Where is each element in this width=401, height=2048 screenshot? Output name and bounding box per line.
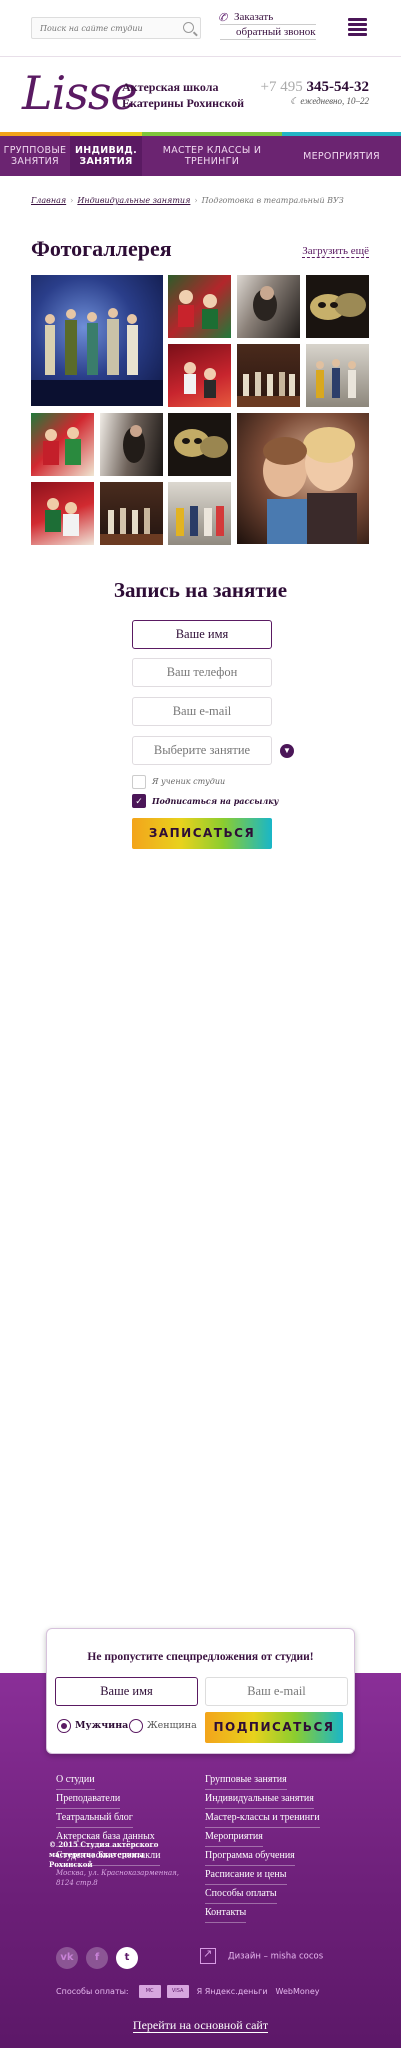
gallery-photo[interactable] [31,413,94,476]
nav-individual-classes[interactable]: ИНДИВИД. ЗАНЯТИЯ [70,132,142,176]
address: Москва, ул. Красноказарменная, 8124 стр.… [56,1869,179,1887]
facebook-icon[interactable]: f [86,1947,108,1969]
class-select[interactable]: Выберите занятие [132,736,272,765]
yandex-money-icon: Я Яндекс.деньги [196,1987,268,1996]
popup-title: Не пропустите спецпредложения от студии! [87,1651,314,1663]
gallery-photo[interactable] [168,413,231,476]
male-label: Мужчина [75,1720,129,1731]
twitter-icon[interactable]: t [116,1947,138,1969]
header: Lisse Актерская школа Екатерины Рохинско… [0,56,401,132]
name-field[interactable]: Ваше имя [132,620,272,649]
student-label: Я ученик студии [152,777,226,786]
footer-link[interactable]: О студии [56,1771,95,1790]
payment-methods: Способы оплаты: MC VISA Я Яндекс.деньги … [56,1985,320,1998]
gallery-photo[interactable] [100,482,163,545]
subscribe-checkbox[interactable]: ✓ [132,794,146,808]
gallery-photo[interactable] [168,344,231,407]
phone-icon: ✆ [218,12,228,24]
payment-label: Способы оплаты: [56,1987,129,1996]
breadcrumb-section[interactable]: Индивидуальные занятия [77,196,190,205]
phone-field[interactable]: Ваш телефон [132,658,272,687]
top-bar: ✆ Заказать обратный звонок [0,0,401,56]
subscribe-label: Подписаться на рассылку [152,796,279,806]
nav-events[interactable]: МЕРОПРИЯТИЯ [282,132,401,176]
subscribe-button[interactable]: ПОДПИСАТЬСЯ [205,1712,343,1743]
chevron-right-icon: › [70,196,74,205]
school-line1: Актерская школа [122,80,219,94]
callback-link[interactable]: ✆ Заказать обратный звонок [218,10,316,40]
search-input[interactable] [32,18,172,39]
work-hours: ежедневно, 10–22 [300,96,369,106]
main-site-link[interactable]: Перейти на основной сайт [0,2018,401,2033]
design-label: Дизайн – misha cocos [228,1951,324,1962]
gallery-photo[interactable] [100,413,163,476]
nav-label: МАСТЕР КЛАССЫ И ТРЕНИНГИ [162,145,262,167]
female-radio[interactable] [129,1719,143,1733]
nav-label: МЕРОПРИЯТИЯ [303,150,380,162]
visa-icon: VISA [166,1985,189,1998]
footer-link[interactable]: Мероприятия [205,1828,263,1847]
gallery-photo[interactable] [168,482,231,545]
gallery-photo[interactable] [237,344,300,407]
chevron-down-icon[interactable]: ▼ [280,744,294,758]
external-link-icon [200,1947,216,1964]
chevron-right-icon: › [194,196,198,205]
gallery-photo[interactable] [31,275,163,406]
nav-master-classes[interactable]: МАСТЕР КЛАССЫ И ТРЕНИНГИ [142,132,282,176]
gallery-photo[interactable] [306,275,369,338]
gallery-photo[interactable] [31,482,94,545]
popup-name-field[interactable]: Ваше имя [55,1677,198,1706]
footer-link[interactable]: Программа обучения [205,1847,295,1866]
breadcrumb-current: Подготовка в театральный ВУЗ [201,196,344,205]
design-credit[interactable]: Дизайн – misha cocos [200,1947,324,1964]
gallery-photo[interactable] [306,344,369,407]
search-icon[interactable] [183,22,194,33]
gallery-title: Фотогаллерея [31,236,172,261]
gallery-photo[interactable] [168,275,231,338]
copyright: © 2015 Студия актёрского мастерства Екат… [49,1840,159,1869]
footer-link[interactable]: Театральный блог [56,1809,133,1828]
search-box [31,17,201,39]
nav-label: ГРУППОВЫЕ ЗАНЯТИЯ [3,145,67,167]
subscribe-popup: Не пропустите спецпредложения от студии!… [46,1628,355,1754]
webmoney-icon: WebMoney [275,1987,320,1996]
footer-link[interactable]: Расписание и цены [205,1866,287,1885]
load-more-link[interactable]: Загрузить ещё [302,245,369,258]
email-field[interactable]: Ваш e-mail [132,697,272,726]
footer-link[interactable]: Контакты [205,1904,247,1923]
gallery-photo[interactable] [237,275,300,338]
nav-label: ИНДИВИД. ЗАНЯТИЯ [75,145,137,167]
mastercard-icon: MC [138,1985,161,1998]
main-nav: ГРУППОВЫЕ ЗАНЯТИЯ ИНДИВИД. ЗАНЯТИЯ МАСТЕ… [0,132,401,176]
main-site-label: Перейти на основной сайт [132,2018,269,2033]
footer-link[interactable]: Мастер-классы и тренинги [205,1809,320,1828]
school-name: Актерская школа Екатерины Рохинской [122,79,244,111]
vk-icon[interactable]: vk [56,1947,78,1969]
male-radio[interactable] [57,1719,71,1733]
form-title: Запись на занятие [113,578,288,602]
callback-line1: Заказать [220,10,316,25]
logo[interactable]: Lisse [22,65,138,121]
menu-icon[interactable] [348,18,367,36]
footer-link[interactable]: Преподаватели [56,1790,121,1809]
footer-link[interactable]: Групповые занятия [205,1771,287,1790]
phone-number[interactable]: 345-54-32 [307,79,370,95]
footer-links-col2: Групповые занятия Индивидуальные занятия… [205,1771,320,1923]
footer-link[interactable]: Способы оплаты [205,1885,277,1904]
phone-code: +7 495 [260,79,303,95]
student-checkbox[interactable] [132,775,146,789]
signup-button[interactable]: ЗАПИСАТЬСЯ [132,818,272,849]
callback-line2: обратный звонок [220,25,316,40]
female-label: Женщина [147,1720,197,1731]
phone-box: +7 495 345-54-32 ☾ ежедневно, 10–22 [260,79,370,106]
school-line2: Екатерины Рохинской [122,96,245,110]
breadcrumb: Главная › Индивидуальные занятия › Подго… [31,196,344,205]
breadcrumb-home[interactable]: Главная [31,196,66,205]
footer-link[interactable]: Индивидуальные занятия [205,1790,314,1809]
gallery-photo[interactable] [237,413,369,544]
nav-group-classes[interactable]: ГРУППОВЫЕ ЗАНЯТИЯ [0,132,70,176]
popup-email-field[interactable]: Ваш e-mail [205,1677,348,1706]
